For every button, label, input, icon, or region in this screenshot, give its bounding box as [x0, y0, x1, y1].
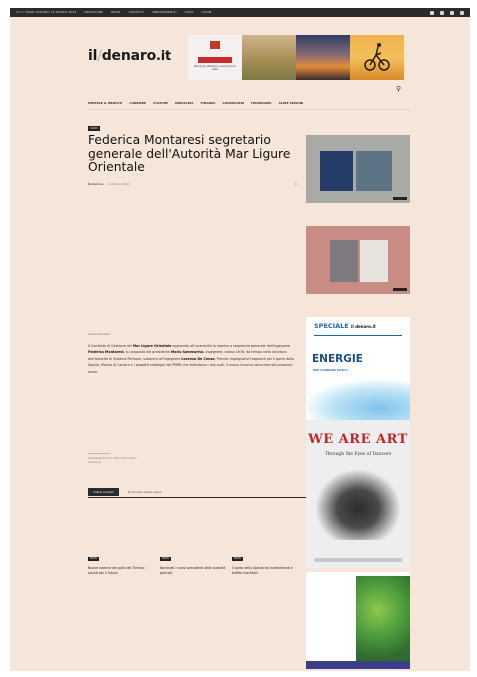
ad-1-image-2	[356, 151, 392, 191]
social-icons	[430, 10, 464, 15]
menu-item-carriere[interactable]: CARRIERE	[129, 101, 146, 105]
date-weather: 21°C TRANI MARTEDÌ 14 MARZO 2023	[16, 10, 77, 14]
tab-articoli-correlati[interactable]: Articoli correlati	[88, 488, 119, 496]
site-logo[interactable]: il/denaro.it	[88, 48, 171, 64]
ad-2-image	[330, 240, 358, 282]
menu-item-industria[interactable]: INDUSTRIA	[175, 101, 194, 105]
energie-title: ENERGIE	[312, 353, 363, 365]
image-caption: Federica Montaresi	[88, 333, 111, 336]
article-date: 14 Marzo 2023	[107, 182, 130, 186]
top-link-abbonamento[interactable]: ABBONAMENTO	[152, 8, 177, 17]
banner-red-label	[198, 57, 232, 63]
facebook-icon[interactable]	[430, 10, 434, 15]
page: 21°C TRANI MARTEDÌ 14 MARZO 2023 REDAZIO…	[10, 8, 470, 671]
related-article[interactable]: NEWS Nominati i nuovi presidenti delle a…	[160, 546, 226, 575]
menu-item-culture[interactable]: CULTURE	[153, 101, 168, 105]
energie-subtitle: PER CAMBIARE EPOCA	[313, 368, 348, 372]
sidebar-ad-1[interactable]	[306, 135, 410, 203]
menu-item-imprese[interactable]: IMPRESE & MERCATI	[88, 101, 122, 105]
menu-item-consiglieri[interactable]: CONSIGLIERI	[222, 101, 244, 105]
green-icons-image	[356, 576, 410, 661]
top-bar: 21°C TRANI MARTEDÌ 14 MARZO 2023 REDAZIO…	[10, 8, 470, 17]
sidebar-ad-5[interactable]	[306, 572, 410, 669]
ad-4-footer	[314, 558, 402, 562]
category-badge[interactable]: NEWS	[88, 126, 100, 131]
related-title[interactable]: Nominati i nuovi presidenti delle autori…	[160, 566, 226, 575]
footer-line-2[interactable]: Federica M	[88, 461, 136, 465]
header-banner-ad[interactable]: Diserte per utilizzare le conoscenze in …	[188, 35, 404, 80]
instagram-icon[interactable]	[440, 10, 444, 15]
top-link-contatti[interactable]: CONTATTI	[128, 8, 143, 17]
speciale-divider	[314, 335, 402, 336]
article-footer-meta: Sostenibilità di Porto, Città e Spezia N…	[88, 453, 136, 465]
ad-1-tag	[393, 197, 407, 200]
top-link-login[interactable]: LOGIN	[201, 8, 211, 17]
related-article[interactable]: NEWS Il porto della Spezia tra investime…	[232, 546, 298, 575]
top-link-redazione[interactable]: REDAZIONE	[84, 8, 103, 17]
banner-panel-4	[350, 35, 404, 80]
ad-2-image-2	[360, 240, 388, 282]
related-category[interactable]: NEWS	[160, 557, 171, 561]
top-link-news[interactable]: NEWS	[111, 8, 120, 17]
related-category[interactable]: NEWS	[232, 557, 243, 561]
menu-item-finanza[interactable]: FINANZA	[200, 101, 215, 105]
banner-text: Diserte per utilizzare le conoscenze in …	[193, 65, 237, 71]
twitter-icon[interactable]	[450, 10, 454, 15]
author-link[interactable]: Redazione	[88, 182, 104, 186]
related-title[interactable]: Nuove nomine dei porti del Tirreno: spun…	[88, 566, 154, 575]
we-are-art-title: WE ARE ART	[308, 432, 408, 447]
dancers-image	[316, 470, 400, 540]
sidebar-ad-2[interactable]	[306, 226, 410, 294]
we-are-art-subtitle: Through the Eyes of Dancers	[324, 452, 392, 457]
related-title[interactable]: Il porto della Spezia tra investimenti e…	[232, 566, 298, 575]
article-byline: Redazione 14 Marzo 2023	[88, 182, 130, 186]
search-icon[interactable]: ⚲	[396, 85, 401, 93]
tab-stesso-autore[interactable]: Di più dello stesso autore	[128, 488, 162, 496]
youtube-icon[interactable]	[460, 10, 464, 15]
ad-5-footer-bar	[306, 661, 410, 669]
cyclist-icon	[364, 43, 390, 71]
menu-item-finanziare[interactable]: FINANZIARE	[251, 101, 271, 105]
comment-count[interactable]: 0	[295, 182, 297, 186]
banner-panel-3	[296, 35, 350, 80]
related-tabs: Articoli correlati Di più dello stesso a…	[88, 488, 306, 498]
article-body: Il Comitato di Gestione del Mar Ligure O…	[88, 344, 294, 374]
related-article[interactable]: NEWS Nuove nomine dei porti del Tirreno:…	[88, 546, 154, 575]
sidebar-ad-speciale-energie[interactable]: SPECIALE il denaro.it ENERGIE PER CAMBIA…	[306, 317, 410, 420]
menu-divider	[88, 109, 410, 110]
banner-panel-2	[242, 35, 296, 80]
sidebar-ad-we-are-art[interactable]: WE ARE ART Through the Eyes of Dancers	[306, 420, 410, 568]
related-category[interactable]: NEWS	[88, 557, 99, 561]
water-splash-image	[306, 380, 410, 420]
top-link-shop[interactable]: SHOP	[185, 8, 194, 17]
ad-1-image	[320, 151, 353, 191]
banner-logo-icon	[210, 41, 220, 49]
menu-item-altre-sezioni[interactable]: ALTRE SEZIONI	[278, 101, 303, 105]
footer-divider	[88, 453, 110, 454]
article-title: Federica Montaresi segretario generale d…	[88, 133, 291, 174]
main-menu: IMPRESE & MERCATI CARRIERE CULTURE INDUS…	[88, 101, 388, 105]
speciale-heading: SPECIALE il denaro.it	[314, 322, 376, 330]
ad-2-tag	[393, 288, 407, 291]
banner-panel-1: Diserte per utilizzare le conoscenze in …	[188, 35, 242, 80]
